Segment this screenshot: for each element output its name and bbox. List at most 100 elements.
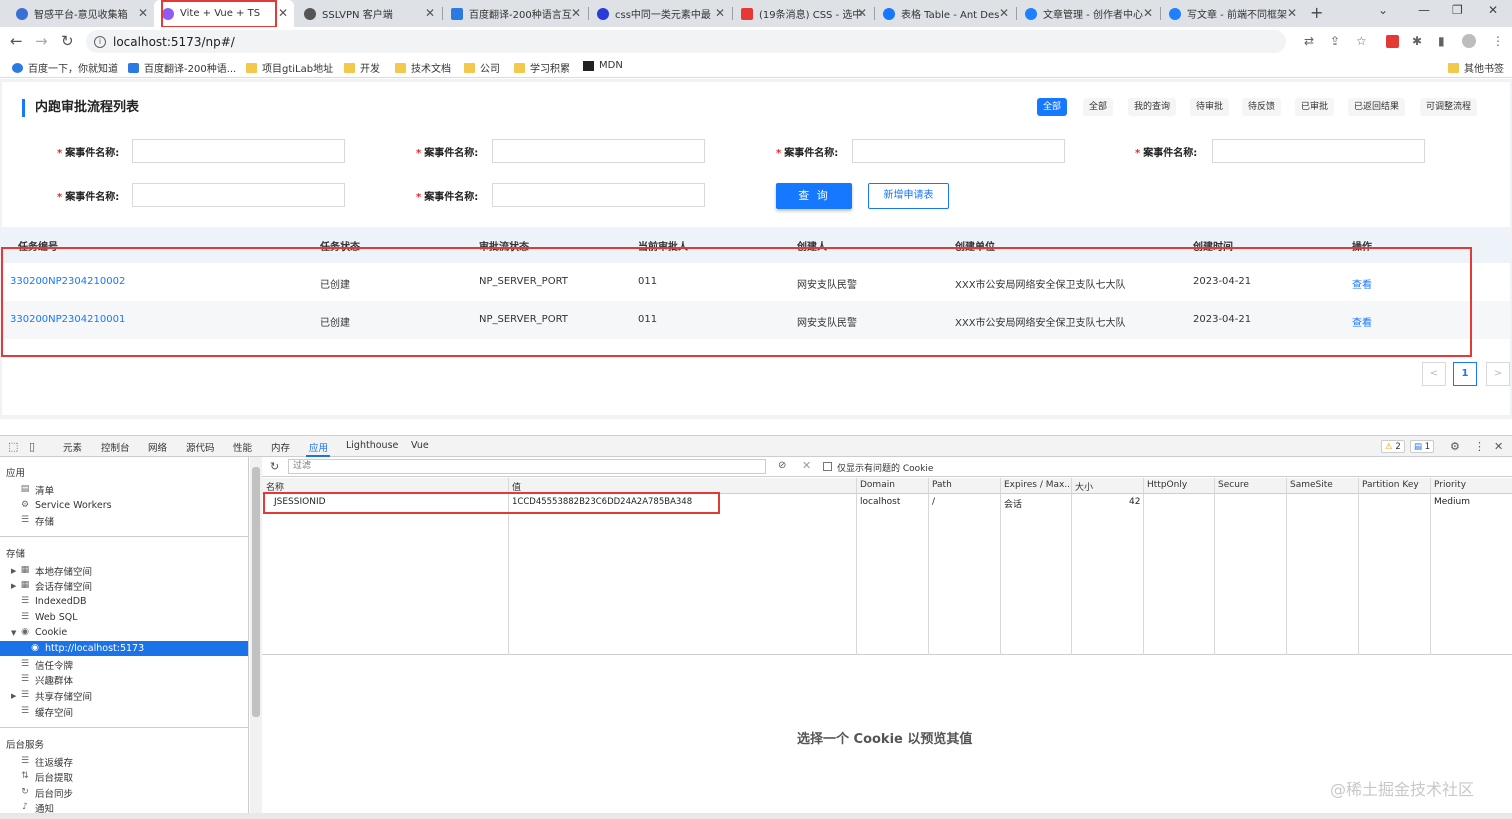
bookmark-star-icon[interactable]: ☆ <box>1356 34 1367 48</box>
cookie-col-partition-key[interactable]: Partition Key <box>1362 480 1419 490</box>
close-icon[interactable]: ✕ <box>857 6 867 20</box>
bookmark-baidu-translate[interactable]: 百度翻译-200种语... <box>128 60 236 75</box>
close-icon[interactable]: ✕ <box>1143 6 1153 20</box>
sidebar-item-shared-storage[interactable]: ▶ ☰ 共享存储空间 <box>11 688 92 703</box>
side-panel-icon[interactable]: ▮ <box>1438 34 1445 48</box>
sidebar-item-web-sql[interactable]: ☰ Web SQL <box>20 610 78 625</box>
expand-arrow-icon[interactable]: ▶ <box>11 582 16 590</box>
cookie-col-httponly[interactable]: HttpOnly <box>1147 480 1187 490</box>
case-name-input-6[interactable] <box>492 183 705 207</box>
cookie-col-samesite[interactable]: SameSite <box>1290 480 1333 490</box>
info-icon[interactable]: i <box>94 35 106 48</box>
cookie-name[interactable]: JSESSIONID <box>274 497 326 507</box>
close-icon[interactable]: ✕ <box>999 6 1009 20</box>
devtools-tab-performance[interactable]: 性能 <box>233 440 252 454</box>
devtools-tab-vue[interactable]: Vue <box>411 440 429 451</box>
profile-avatar[interactable] <box>1462 34 1476 48</box>
more-vertical-icon[interactable]: ⋮ <box>1474 440 1485 453</box>
query-button[interactable]: 查 询 <box>776 183 852 209</box>
tab-antd-table[interactable]: 表格 Table - Ant Des ✕ <box>875 0 1015 27</box>
view-link[interactable]: 查看 <box>1352 314 1372 329</box>
task-id-link[interactable]: 330200NP2304210001 <box>10 314 125 325</box>
close-icon[interactable]: ✕ <box>571 6 581 20</box>
tab-article-manage[interactable]: 文章管理 - 创作者中心 ✕ <box>1017 0 1159 27</box>
reload-icon[interactable]: ↻ <box>61 32 74 50</box>
scrollbar-thumb[interactable] <box>252 467 260 717</box>
sidebar-item-bfcache[interactable]: ☰ 往返缓存 <box>20 754 73 769</box>
bookmark-dev[interactable]: 开发 <box>344 60 380 75</box>
only-issues-checkbox[interactable] <box>823 462 832 471</box>
device-toolbar-icon[interactable]: ▯ <box>29 440 35 453</box>
minimize-icon[interactable]: — <box>1418 3 1430 17</box>
sidebar-item-trust-tokens[interactable]: ☰ 信任令牌 <box>20 657 73 672</box>
sidebar-item-cache-storage[interactable]: ☰ 缓存空间 <box>20 704 73 719</box>
cookie-col-domain[interactable]: Domain <box>860 480 895 490</box>
sidebar-item-background-sync[interactable]: ↻ 后台同步 <box>20 785 73 800</box>
cookie-priority[interactable]: Medium <box>1434 497 1470 507</box>
view-link[interactable]: 查看 <box>1352 276 1372 291</box>
filter-pending-feedback[interactable]: 待反馈 <box>1242 98 1282 116</box>
cookie-filter-input[interactable]: 过滤 <box>288 459 766 474</box>
tab-sslvpn[interactable]: SSLVPN 客户端 ✕ <box>296 0 441 27</box>
bookmark-tech-docs[interactable]: 技术文档 <box>395 60 451 75</box>
delete-icon[interactable]: ✕ <box>802 459 811 472</box>
cookie-value[interactable]: 1CCD45553882B23C6DD24A2A785BA348 <box>512 497 692 507</box>
bookmark-learning[interactable]: 学习积累 <box>514 60 570 75</box>
case-name-input-3[interactable] <box>852 139 1065 163</box>
close-icon[interactable]: ✕ <box>138 6 148 20</box>
bookmark-other[interactable]: 其他书签 <box>1448 60 1504 75</box>
filter-all-active[interactable]: 全部 <box>1037 98 1068 116</box>
window-close-icon[interactable]: ✕ <box>1488 3 1498 17</box>
messages-badge[interactable]: ▤ 1 <box>1410 440 1435 453</box>
cookie-col-size[interactable]: 大小 <box>1075 480 1093 493</box>
close-icon[interactable]: ✕ <box>425 6 435 20</box>
devtools-tab-network[interactable]: 网络 <box>148 440 167 454</box>
close-icon[interactable]: ✕ <box>278 6 288 20</box>
cookie-row[interactable]: JSESSIONID 1CCD45553882B23C6DD24A2A785BA… <box>262 494 1512 510</box>
cookie-col-priority[interactable]: Priority <box>1434 480 1466 490</box>
cookie-col-path[interactable]: Path <box>932 480 952 490</box>
forward-arrow-icon[interactable]: → <box>35 32 48 50</box>
task-id-link[interactable]: 330200NP2304210002 <box>10 276 125 287</box>
close-icon[interactable]: ✕ <box>1287 6 1297 20</box>
devtools-tab-memory[interactable]: 内存 <box>271 440 290 454</box>
devtools-tab-application[interactable]: 应用 <box>309 440 328 454</box>
sidebar-item-service-workers[interactable]: ⚙ Service Workers <box>20 498 112 513</box>
close-devtools-icon[interactable]: ✕ <box>1494 440 1503 453</box>
filter-adjustable[interactable]: 可调整流程 <box>1420 98 1478 116</box>
new-application-button[interactable]: 新增申请表 <box>868 183 949 209</box>
sidebar-item-storage[interactable]: ☰ 存储 <box>20 513 54 528</box>
omnibox[interactable]: i localhost:5173/np#/ <box>86 30 1286 53</box>
cookie-col-secure[interactable]: Secure <box>1218 480 1249 490</box>
cookie-col-value[interactable]: 值 <box>512 480 521 493</box>
maximize-icon[interactable]: ❐ <box>1452 3 1463 17</box>
sidebar-item-cookie[interactable]: ▼ ◉ Cookie <box>11 625 67 640</box>
tab-css-question[interactable]: css中同一类元素中最 ✕ <box>589 0 731 27</box>
url-text[interactable]: localhost:5173/np#/ <box>113 35 235 49</box>
bookmark-company[interactable]: 公司 <box>464 60 500 75</box>
devtools-tab-lighthouse[interactable]: Lighthouse <box>346 440 398 451</box>
warnings-badge[interactable]: ⚠ 2 <box>1381 440 1405 453</box>
tab-search-chevron-icon[interactable]: ⌄ <box>1378 3 1388 17</box>
sidebar-item-manifest[interactable]: ▤ 清单 <box>20 482 54 497</box>
cookie-col-name[interactable]: 名称 <box>266 480 284 493</box>
tab-baidu-translate[interactable]: 百度翻译-200种语言互 ✕ <box>443 0 587 27</box>
sidebar-item-local-storage[interactable]: ▶ ▦ 本地存储空间 <box>11 563 92 578</box>
translate-icon[interactable]: ⇄ <box>1304 34 1314 48</box>
share-icon[interactable]: ⇪ <box>1330 34 1340 48</box>
devtools-tab-console[interactable]: 控制台 <box>101 440 130 454</box>
inspect-element-icon[interactable]: ⬚ <box>8 440 18 453</box>
collapse-arrow-icon[interactable]: ▼ <box>11 629 16 637</box>
filter-all[interactable]: 全部 <box>1083 98 1114 116</box>
sidebar-item-indexeddb[interactable]: ☰ IndexedDB <box>20 594 87 609</box>
sidebar-item-interest-groups[interactable]: ☰ 兴趣群体 <box>20 672 73 687</box>
bookmark-mdn[interactable]: MDN <box>583 60 623 71</box>
filter-my-query[interactable]: 我的查询 <box>1128 98 1177 116</box>
tab-write-article[interactable]: 写文章 - 前端不同框架 ✕ <box>1161 0 1303 27</box>
puzzle-extensions-icon[interactable]: ✱ <box>1412 34 1422 48</box>
devtools-tab-elements[interactable]: 元素 <box>63 440 82 454</box>
sidebar-item-cookie-origin[interactable]: ◉ http://localhost:5173 <box>30 641 144 656</box>
cookie-size[interactable]: 42 <box>1129 497 1140 507</box>
sidebar-item-session-storage[interactable]: ▶ ▦ 会话存储空间 <box>11 578 92 593</box>
sidebar-scrollbar[interactable] <box>250 457 262 813</box>
